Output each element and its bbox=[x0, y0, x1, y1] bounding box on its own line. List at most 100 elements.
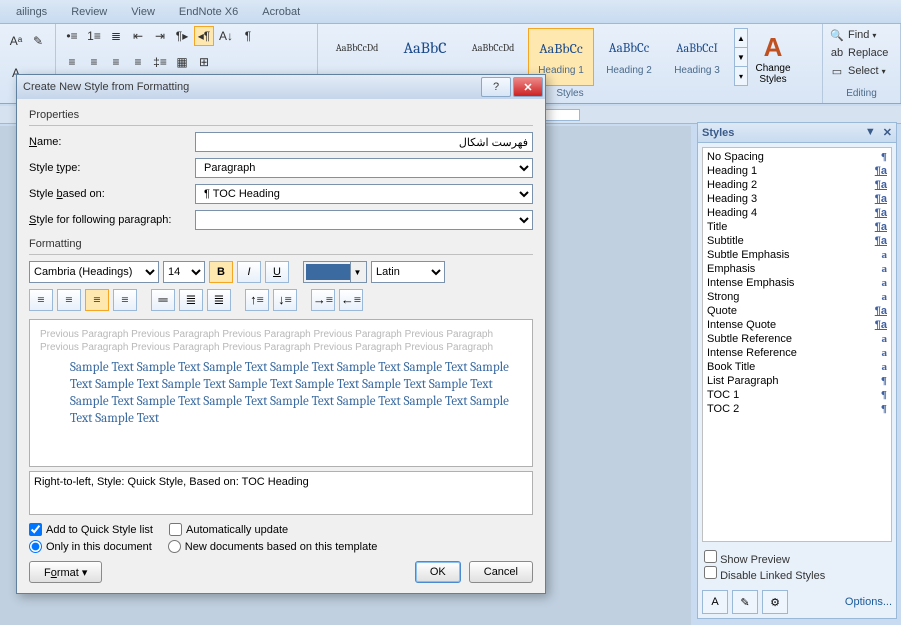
properties-label: Properties bbox=[29, 109, 533, 121]
indent-dec-button[interactable]: ←≡ bbox=[339, 289, 363, 311]
onehalf-space-button[interactable]: ≣ bbox=[179, 289, 203, 311]
style-inspector-button[interactable]: ✎ bbox=[732, 590, 758, 614]
underline-button[interactable]: U bbox=[265, 261, 289, 283]
pane-dropdown-icon[interactable]: ▼ bbox=[865, 126, 876, 139]
auto-update-checkbox[interactable]: Automatically update bbox=[169, 523, 288, 536]
only-doc-radio[interactable]: Only in this document bbox=[29, 540, 152, 553]
style-row-2[interactable]: Heading 2¶a bbox=[703, 178, 891, 192]
align-left-button[interactable]: ≡ bbox=[29, 289, 53, 311]
style-row-16[interactable]: List Paragraph¶ bbox=[703, 374, 891, 388]
replace-button[interactable]: abReplace bbox=[829, 44, 888, 62]
clear-format-icon[interactable]: ✎ bbox=[28, 31, 48, 51]
help-button[interactable]: ? bbox=[481, 77, 511, 97]
style-row-4[interactable]: Heading 4¶a bbox=[703, 206, 891, 220]
sort-icon[interactable]: A↓ bbox=[216, 26, 236, 46]
style-row-0[interactable]: No Spacing¶ bbox=[703, 150, 891, 164]
following-select[interactable] bbox=[195, 210, 533, 230]
style-row-11[interactable]: Quote¶a bbox=[703, 304, 891, 318]
based-on-select[interactable]: ¶ TOC Heading bbox=[195, 184, 533, 204]
font-size-select[interactable]: 14 bbox=[163, 261, 205, 283]
style-row-8[interactable]: Emphasisa bbox=[703, 262, 891, 276]
style-row-1[interactable]: Heading 1¶a bbox=[703, 164, 891, 178]
align-right-icon[interactable]: ≡ bbox=[106, 52, 126, 72]
multilevel-icon[interactable]: ≣ bbox=[106, 26, 126, 46]
align-left-icon[interactable]: ≡ bbox=[62, 52, 82, 72]
script-select[interactable]: Latin bbox=[371, 261, 445, 283]
style-row-12[interactable]: Intense Quote¶a bbox=[703, 318, 891, 332]
style-row-9[interactable]: Intense Emphasisa bbox=[703, 276, 891, 290]
style-row-18[interactable]: TOC 2¶ bbox=[703, 402, 891, 416]
style-row-5[interactable]: Title¶a bbox=[703, 220, 891, 234]
align-center-button[interactable]: ≡ bbox=[57, 289, 81, 311]
gallery-scroll[interactable]: ▲▼▾ bbox=[734, 28, 748, 86]
format-button[interactable]: Format ▾ bbox=[29, 561, 102, 583]
style-row-7[interactable]: Subtle Emphasisa bbox=[703, 248, 891, 262]
style-row-17[interactable]: TOC 1¶ bbox=[703, 388, 891, 402]
select-icon: ▭ bbox=[829, 65, 845, 78]
align-center-icon[interactable]: ≡ bbox=[84, 52, 104, 72]
cancel-button[interactable]: Cancel bbox=[469, 561, 533, 583]
styles-options-link[interactable]: Options... bbox=[845, 596, 892, 608]
style-list[interactable]: No Spacing¶Heading 1¶aHeading 2¶aHeading… bbox=[702, 147, 892, 542]
space-before-inc-button[interactable]: ↑≡ bbox=[245, 289, 269, 311]
add-quick-checkbox[interactable]: Add to Quick Style list bbox=[29, 523, 153, 536]
tab-mailings[interactable]: ailings bbox=[4, 2, 59, 22]
italic-button[interactable]: I bbox=[237, 261, 261, 283]
show-preview-checkbox[interactable]: Show Preview bbox=[704, 550, 890, 566]
change-case-icon[interactable]: Aᵃ bbox=[6, 31, 26, 51]
justify-icon[interactable]: ≡ bbox=[128, 52, 148, 72]
tab-review[interactable]: Review bbox=[59, 2, 119, 22]
font-name-select[interactable]: Cambria (Headings) bbox=[29, 261, 159, 283]
align-right-button[interactable]: ≡ bbox=[85, 289, 109, 311]
dialog-titlebar[interactable]: Create New Style from Formatting ? ✕ bbox=[17, 75, 545, 99]
bold-button[interactable]: B bbox=[209, 261, 233, 283]
tab-endnote[interactable]: EndNote X6 bbox=[167, 2, 250, 22]
indent-dec-icon[interactable]: ⇤ bbox=[128, 26, 148, 46]
font-color-button[interactable]: ▼ bbox=[303, 261, 367, 283]
double-space-button[interactable]: ≣ bbox=[207, 289, 231, 311]
indent-inc-button[interactable]: →≡ bbox=[311, 289, 335, 311]
style-row-15[interactable]: Book Titlea bbox=[703, 360, 891, 374]
new-docs-radio[interactable]: New documents based on this template bbox=[168, 540, 378, 553]
tab-acrobat[interactable]: Acrobat bbox=[250, 2, 312, 22]
style-row-13[interactable]: Subtle Referencea bbox=[703, 332, 891, 346]
style-item-4[interactable]: AaBbCcHeading 2 bbox=[596, 28, 662, 86]
borders-icon[interactable]: ⊞ bbox=[194, 52, 214, 72]
single-space-button[interactable]: ═ bbox=[151, 289, 175, 311]
gallery-more-icon[interactable]: ▾ bbox=[735, 67, 747, 85]
justify-button[interactable]: ≡ bbox=[113, 289, 137, 311]
select-button[interactable]: ▭Select▾ bbox=[829, 62, 886, 80]
change-styles-button[interactable]: A Change Styles bbox=[750, 30, 796, 85]
space-before-dec-button[interactable]: ↓≡ bbox=[273, 289, 297, 311]
rtl-icon[interactable]: ◂¶ bbox=[194, 26, 214, 46]
style-row-14[interactable]: Intense Referencea bbox=[703, 346, 891, 360]
style-row-10[interactable]: Stronga bbox=[703, 290, 891, 304]
ok-button[interactable]: OK bbox=[415, 561, 461, 583]
style-row-3[interactable]: Heading 3¶a bbox=[703, 192, 891, 206]
create-style-dialog: Create New Style from Formatting ? ✕ Pro… bbox=[16, 74, 546, 594]
new-style-button[interactable]: A bbox=[702, 590, 728, 614]
shading-icon[interactable]: ▦ bbox=[172, 52, 192, 72]
chevron-down-icon[interactable]: ▼ bbox=[350, 262, 364, 282]
gallery-down-icon[interactable]: ▼ bbox=[735, 48, 747, 67]
numbering-icon[interactable]: 1≡ bbox=[84, 26, 104, 46]
indent-inc-icon[interactable]: ⇥ bbox=[150, 26, 170, 46]
name-input[interactable] bbox=[195, 132, 533, 152]
show-marks-icon[interactable]: ¶ bbox=[238, 26, 258, 46]
line-spacing-icon[interactable]: ‡≡ bbox=[150, 52, 170, 72]
style-row-6[interactable]: Subtitle¶a bbox=[703, 234, 891, 248]
gallery-up-icon[interactable]: ▲ bbox=[735, 29, 747, 48]
style-item-5[interactable]: AaBbCcIHeading 3 bbox=[664, 28, 730, 86]
manage-styles-button[interactable]: ⚙ bbox=[762, 590, 788, 614]
disable-linked-checkbox[interactable]: Disable Linked Styles bbox=[704, 566, 890, 582]
find-button[interactable]: 🔍Find▾ bbox=[829, 26, 876, 44]
close-button[interactable]: ✕ bbox=[513, 77, 543, 97]
tab-view[interactable]: View bbox=[119, 2, 167, 22]
styles-pane-header[interactable]: Styles ▼ ✕ bbox=[698, 123, 896, 143]
description-box: Right-to-left, Style: Quick Style, Based… bbox=[29, 471, 533, 515]
ltr-icon[interactable]: ¶▸ bbox=[172, 26, 192, 46]
bullets-icon[interactable]: •≡ bbox=[62, 26, 82, 46]
style-type-select[interactable]: Paragraph bbox=[195, 158, 533, 178]
pane-close-icon[interactable]: ✕ bbox=[883, 126, 892, 139]
ribbon-tabs: ailings Review View EndNote X6 Acrobat bbox=[0, 0, 901, 24]
